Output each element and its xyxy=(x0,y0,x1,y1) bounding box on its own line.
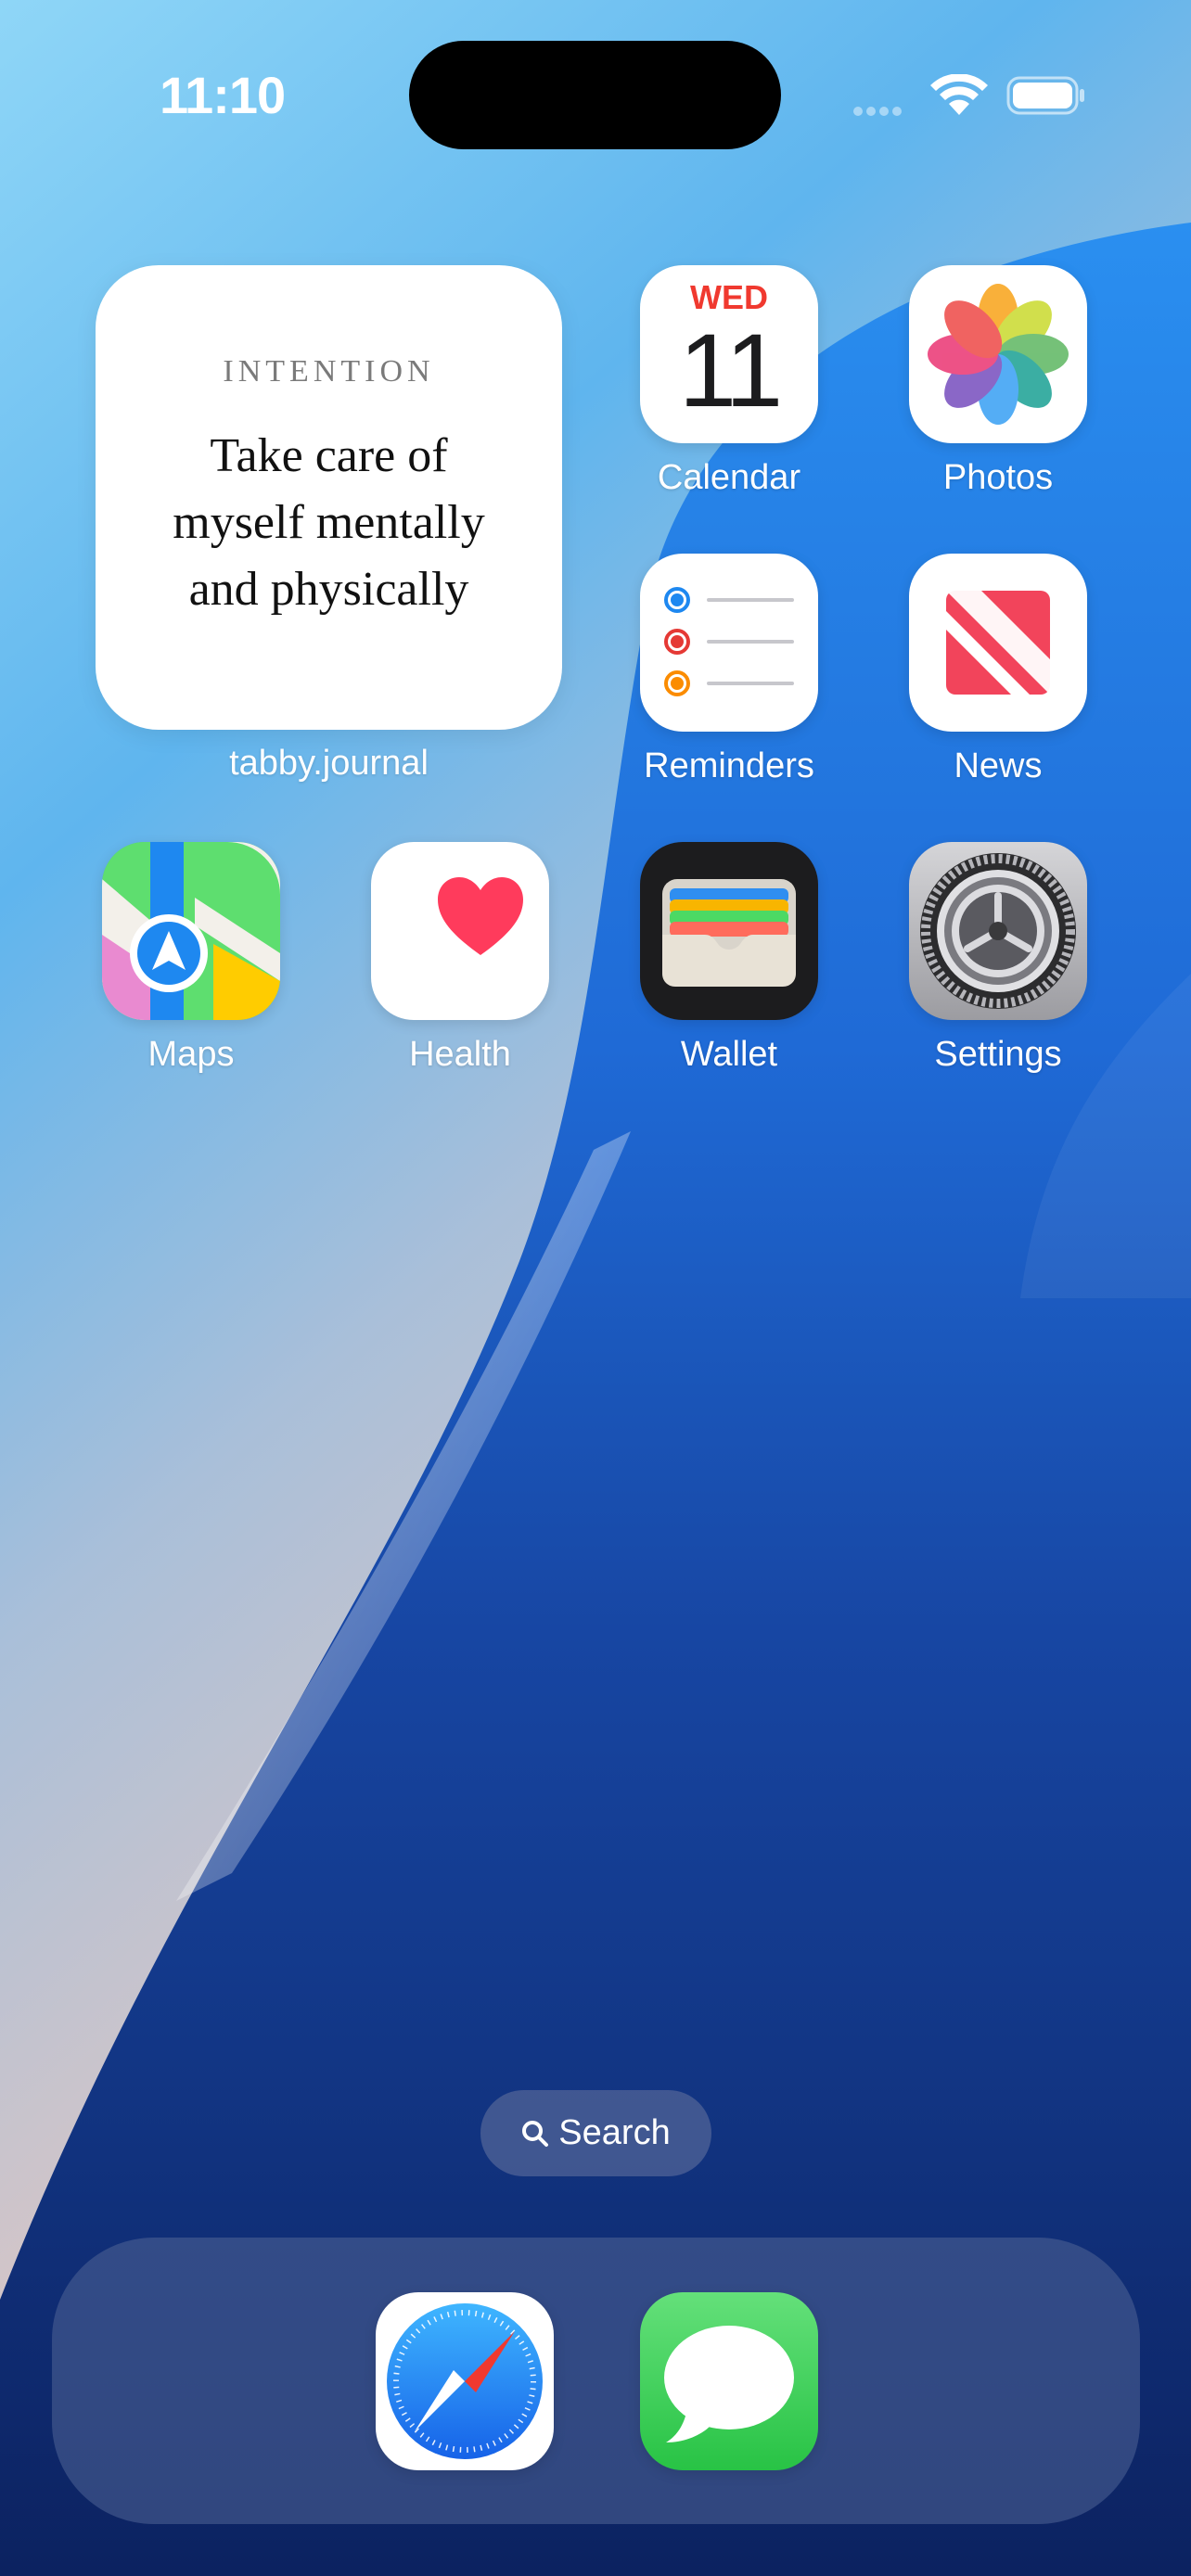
widget-text-line: myself mentally xyxy=(173,496,485,549)
app-health[interactable]: Health xyxy=(371,842,549,1074)
status-time: 11:10 xyxy=(160,66,286,124)
widget-intention-text: Take care of myself mentally and physica… xyxy=(133,423,525,623)
app-news[interactable]: News xyxy=(909,554,1087,785)
search-button[interactable]: Search xyxy=(480,2090,711,2176)
settings-icon xyxy=(909,842,1087,1020)
health-icon xyxy=(371,842,549,1020)
app-messages[interactable] xyxy=(640,2292,818,2470)
app-label: Wallet xyxy=(680,1035,778,1074)
calendar-date: 11 xyxy=(678,312,783,428)
cellular-signal-icon xyxy=(853,104,905,121)
app-wallet[interactable]: Wallet xyxy=(640,842,818,1074)
app-label: Reminders xyxy=(644,746,814,785)
dock xyxy=(52,2238,1140,2524)
app-label: Calendar xyxy=(657,458,801,497)
reminders-icon xyxy=(640,554,818,732)
app-label: Health xyxy=(409,1035,511,1074)
app-photos[interactable]: Photos xyxy=(909,265,1087,497)
app-reminders[interactable]: Reminders xyxy=(640,554,818,785)
dynamic-island xyxy=(409,41,781,149)
photos-icon xyxy=(909,265,1087,443)
app-label: Maps xyxy=(147,1035,235,1074)
calendar-day: WED xyxy=(690,278,768,316)
wallet-icon xyxy=(640,842,818,1020)
app-label: News xyxy=(954,746,1043,785)
safari-icon xyxy=(376,2292,554,2470)
battery-icon xyxy=(1006,76,1084,115)
widget-text-line: and physically xyxy=(188,563,469,616)
intention-widget[interactable]: INTENTION Take care of myself mentally a… xyxy=(96,265,562,730)
app-label: Settings xyxy=(934,1035,1062,1074)
calendar-icon: WED 11 xyxy=(640,265,818,443)
app-label: Photos xyxy=(942,458,1054,497)
messages-icon xyxy=(640,2292,818,2470)
news-icon xyxy=(909,554,1087,732)
search-label: Search xyxy=(558,2113,671,2152)
wifi-icon xyxy=(930,74,988,115)
maps-icon xyxy=(102,842,280,1020)
app-safari[interactable] xyxy=(376,2292,554,2470)
search-icon xyxy=(522,2120,549,2147)
widget-text-line: Take care of xyxy=(210,429,448,482)
widget-app-label: tabby.journal xyxy=(229,744,429,783)
app-calendar[interactable]: WED 11 Calendar xyxy=(640,265,818,497)
app-settings[interactable]: Settings xyxy=(909,842,1087,1074)
widget-title: INTENTION xyxy=(223,354,435,389)
app-maps[interactable]: Maps xyxy=(102,842,280,1074)
